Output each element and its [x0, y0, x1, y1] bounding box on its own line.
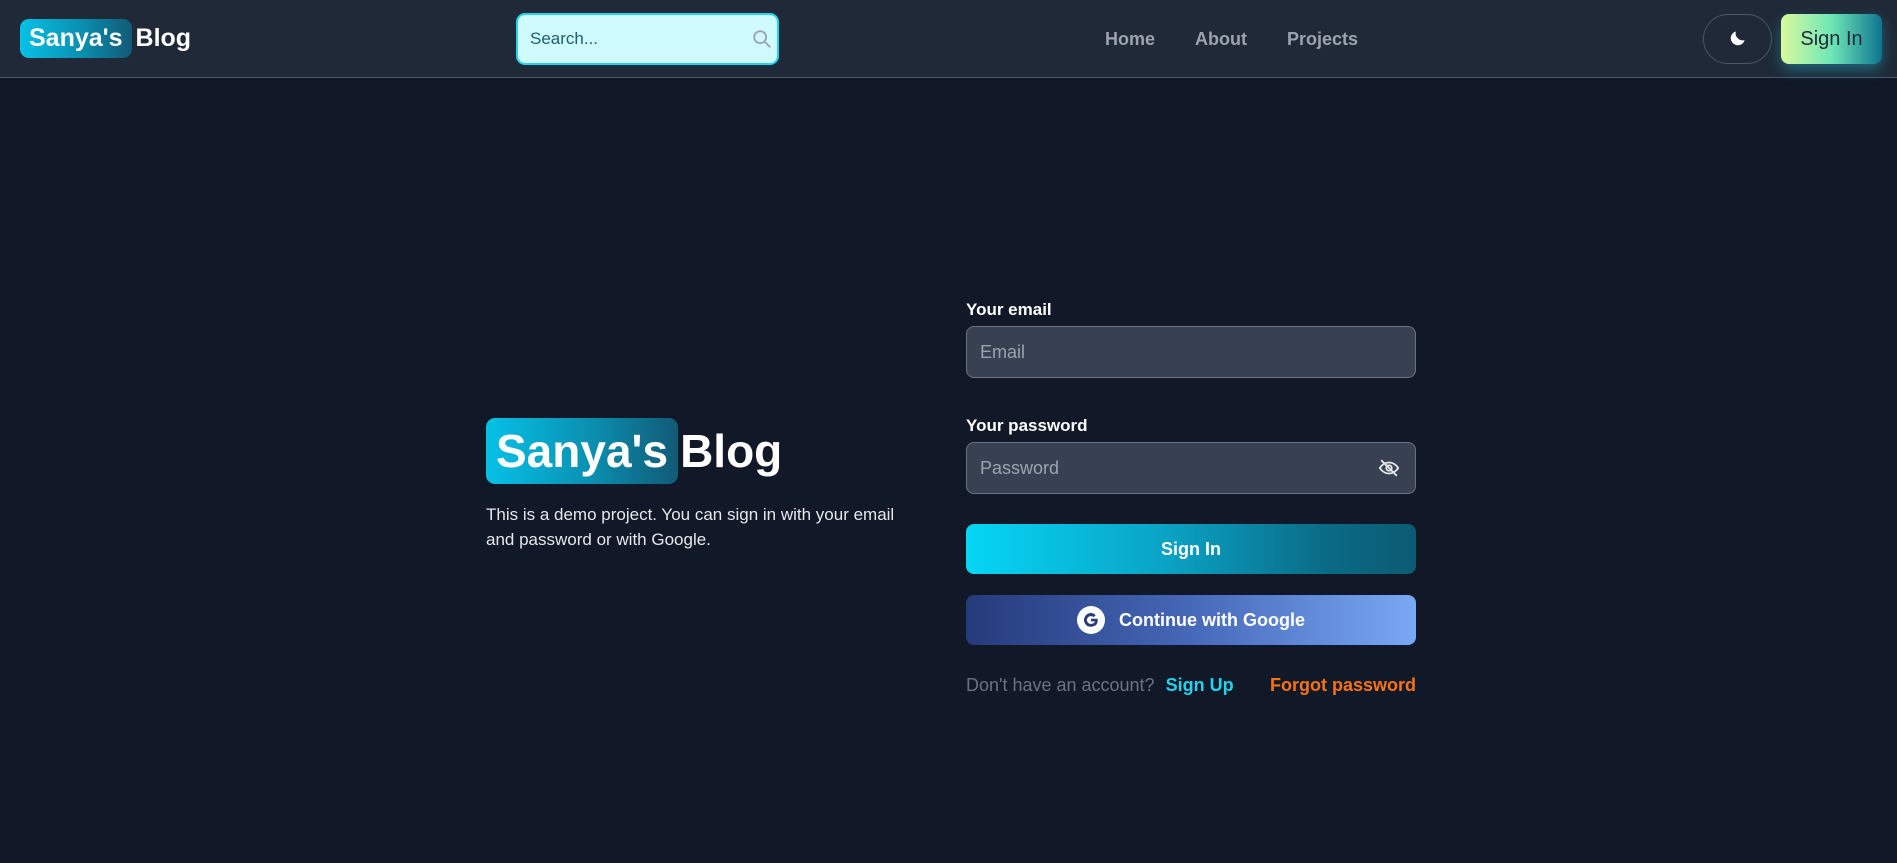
password-field-wrapper — [966, 442, 1416, 494]
sign-in-form: Your email Your password Sign In Continu… — [966, 300, 1416, 696]
intro-logo: Sanya's Blog — [486, 418, 926, 484]
theme-toggle-button[interactable] — [1703, 14, 1772, 64]
password-label: Your password — [966, 416, 1088, 435]
sign-in-submit-button[interactable]: Sign In — [966, 524, 1416, 574]
nav-home[interactable]: Home — [1105, 29, 1155, 50]
moon-icon — [1728, 28, 1748, 51]
google-sign-in-button[interactable]: Continue with Google — [966, 595, 1416, 645]
main-nav: Home About Projects — [1105, 0, 1358, 78]
google-icon — [1077, 606, 1105, 634]
top-navbar: Sanya's Blog Home About Projects Sign In — [0, 0, 1897, 78]
password-field[interactable] — [980, 457, 1376, 479]
no-account-text: Don't have an account? — [966, 675, 1155, 695]
search-box — [516, 13, 779, 65]
eye-off-icon[interactable] — [1376, 455, 1402, 481]
intro-logo-badge: Sanya's — [486, 418, 679, 484]
signup-prompt: Don't have an account? Sign Up — [966, 675, 1234, 696]
sign-up-link[interactable]: Sign Up — [1166, 675, 1234, 695]
form-footer: Don't have an account? Sign Up Forgot pa… — [966, 675, 1416, 696]
email-field-wrapper — [966, 326, 1416, 378]
header-sign-in-button[interactable]: Sign In — [1781, 14, 1882, 64]
intro-description: This is a demo project. You can sign in … — [486, 505, 895, 549]
forgot-password-link[interactable]: Forgot password — [1270, 675, 1416, 696]
email-field[interactable] — [980, 341, 1402, 363]
intro-logo-text: Blog — [680, 425, 783, 477]
logo-text: Blog — [135, 23, 192, 52]
nav-about[interactable]: About — [1195, 29, 1247, 50]
search-icon[interactable] — [751, 27, 773, 51]
google-button-label: Continue with Google — [1119, 609, 1305, 630]
search-input[interactable] — [530, 29, 751, 49]
intro-section: Sanya's Blog This is a demo project. You… — [486, 418, 926, 552]
nav-projects[interactable]: Projects — [1287, 29, 1358, 50]
email-label: Your email — [966, 300, 1052, 319]
logo-badge: Sanya's — [20, 18, 132, 58]
site-logo[interactable]: Sanya's Blog — [20, 16, 191, 60]
